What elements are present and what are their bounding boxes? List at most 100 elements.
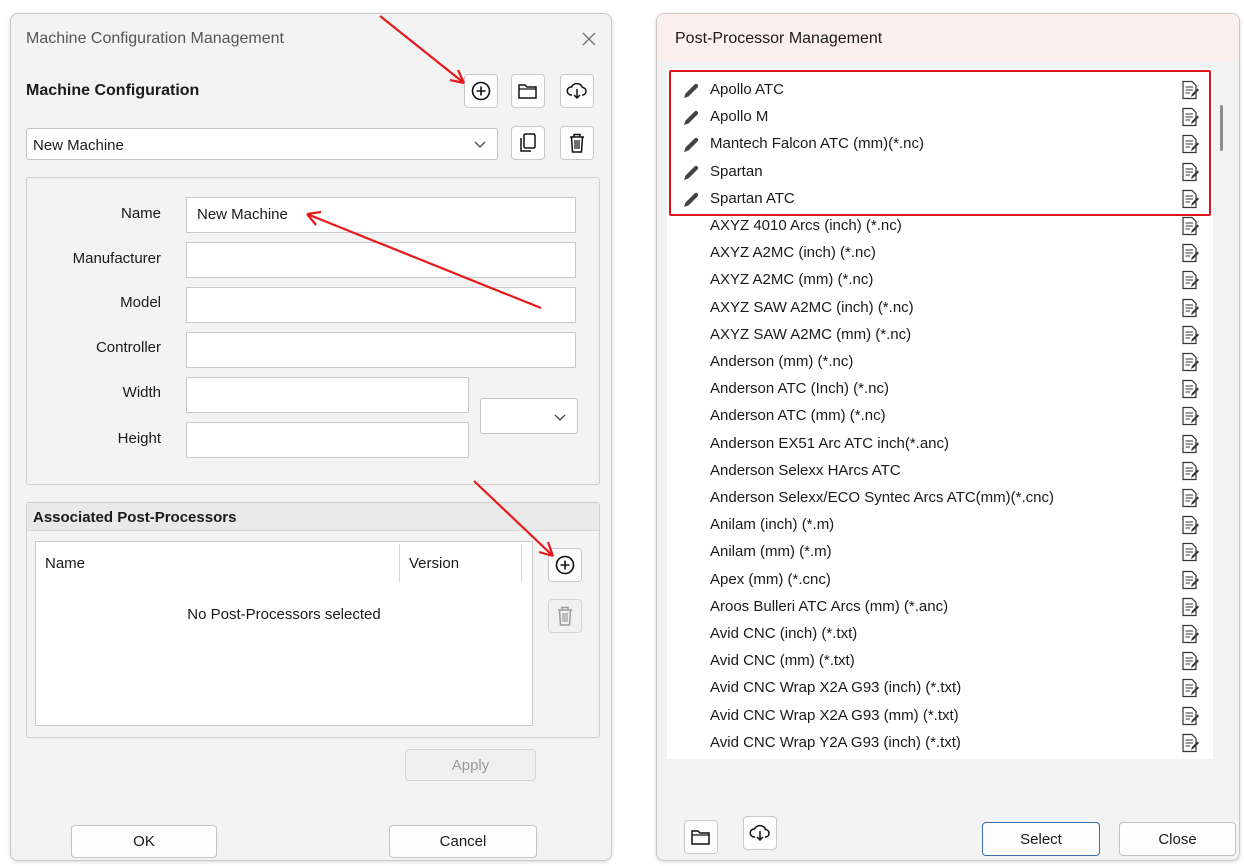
- open-folder-button[interactable]: [511, 74, 545, 108]
- edit-document-icon: [1182, 597, 1199, 616]
- pp-list-item[interactable]: Avid CNC Wrap X2A G93 (mm) (*.txt): [667, 703, 1213, 730]
- post-processor-dialog: Post-Processor Management Apollo ATC Apol…: [656, 13, 1240, 861]
- edit-pp-button[interactable]: [1181, 597, 1199, 621]
- pp-list-item[interactable]: Avid CNC Wrap Y2A G93 (inch) (*.txt): [667, 730, 1213, 757]
- edit-document-icon: [1182, 271, 1199, 290]
- ok-button[interactable]: OK: [71, 825, 217, 858]
- model-field[interactable]: [186, 287, 576, 323]
- edit-pp-button[interactable]: [1181, 434, 1199, 458]
- height-field[interactable]: [186, 422, 469, 458]
- pp-list-item[interactable]: AXYZ 4010 Arcs (inch) (*.nc): [667, 213, 1213, 240]
- close-dialog-button[interactable]: Close: [1119, 822, 1236, 856]
- pp-list-item[interactable]: Anderson EX51 Arc ATC inch(*.anc): [667, 431, 1213, 458]
- edit-pp-button[interactable]: [1181, 570, 1199, 594]
- pp-list-item[interactable]: Avid CNC (inch) (*.txt): [667, 621, 1213, 648]
- edit-pp-button[interactable]: [1181, 216, 1199, 240]
- pp-item-name: Avid CNC (inch) (*.txt): [710, 625, 858, 642]
- trash-icon: [558, 606, 572, 626]
- pp-list-item[interactable]: Anilam (inch) (*.m): [667, 512, 1213, 539]
- pp-item-name: Avid CNC Wrap Y2A G93 (inch) (*.txt): [710, 733, 961, 751]
- pp-item-name: Anderson EX51 Arc ATC inch(*.anc): [710, 434, 950, 452]
- edit-pp-button[interactable]: [1181, 542, 1199, 566]
- scrollbar-thumb[interactable]: [1220, 105, 1223, 151]
- select-button[interactable]: Select: [982, 822, 1100, 856]
- associated-title: Associated Post-Processors: [33, 509, 237, 526]
- edit-document-icon: [1182, 216, 1199, 236]
- cloud-download-button[interactable]: [743, 816, 777, 850]
- pp-item-name: Anderson Selexx HArcs ATC: [710, 461, 901, 479]
- pp-list-item[interactable]: Anderson (mm) (*.nc): [667, 349, 1213, 376]
- list-scrollbar[interactable]: [1213, 69, 1229, 759]
- close-button[interactable]: [576, 26, 602, 52]
- pp-list-item[interactable]: Anderson ATC (Inch) (*.nc): [667, 376, 1213, 403]
- pp-list-item[interactable]: Anderson Selexx/ECO Syntec Arcs ATC(mm)(…: [667, 485, 1213, 512]
- custom-pp-highlight-box: [669, 70, 1211, 216]
- pp-list-item[interactable]: AXYZ SAW A2MC (inch) (*.nc): [667, 295, 1213, 322]
- pp-list-item[interactable]: AXYZ SAW A2MC (mm) (*.nc): [667, 322, 1213, 349]
- machine-config-dialog: Machine Configuration Management Machine…: [10, 13, 612, 861]
- units-select[interactable]: [480, 398, 578, 434]
- dialog-title: Post-Processor Management: [675, 30, 883, 47]
- edit-pp-button[interactable]: [1181, 733, 1199, 757]
- width-label: Width: [122, 384, 161, 401]
- pp-list-item[interactable]: Aroos Bulleri ATC Arcs (mm) (*.anc): [667, 594, 1213, 621]
- edit-pp-button[interactable]: [1181, 270, 1199, 294]
- pp-list-item[interactable]: AXYZ A2MC (inch) (*.nc): [667, 240, 1213, 267]
- machine-select[interactable]: New Machine: [26, 128, 498, 160]
- pp-list-item[interactable]: Apex (mm) (*.cnc): [667, 567, 1213, 594]
- remove-post-processor-button[interactable]: [548, 599, 582, 633]
- copy-icon: [520, 133, 536, 152]
- chevron-down-icon: [554, 414, 566, 421]
- pp-list-item[interactable]: AXYZ A2MC (mm) (*.nc): [667, 267, 1213, 294]
- pp-list-item[interactable]: Avid CNC Wrap X2A G93 (inch) (*.txt): [667, 675, 1213, 702]
- folder-icon: [691, 830, 710, 845]
- height-label: Height: [117, 430, 161, 447]
- edit-pp-button[interactable]: [1181, 706, 1199, 730]
- close-icon: [582, 32, 596, 46]
- add-machine-button[interactable]: [464, 74, 498, 108]
- pp-list-item[interactable]: Anderson Selexx HArcs ATC: [667, 458, 1213, 485]
- edit-pp-button[interactable]: [1181, 379, 1199, 403]
- add-post-processor-button[interactable]: [548, 548, 582, 582]
- name-field[interactable]: New Machine: [186, 197, 576, 233]
- edit-pp-button[interactable]: [1181, 352, 1199, 376]
- edit-pp-button[interactable]: [1181, 298, 1199, 322]
- delete-machine-button[interactable]: [560, 126, 594, 160]
- edit-pp-button[interactable]: [1181, 406, 1199, 430]
- machine-select-value: New Machine: [33, 137, 124, 154]
- cloud-download-button[interactable]: [560, 74, 594, 108]
- pp-item-name: Aroos Bulleri ATC Arcs (mm) (*.anc): [710, 597, 949, 615]
- controller-label: Controller: [95, 339, 161, 356]
- dialog-title: Machine Configuration Management: [26, 30, 284, 47]
- edit-document-icon: [1182, 488, 1199, 508]
- edit-pp-button[interactable]: [1181, 624, 1199, 648]
- edit-pp-button[interactable]: [1181, 243, 1199, 267]
- open-folder-button[interactable]: [684, 820, 718, 854]
- pp-item-name: Avid CNC Wrap X2A G93 (mm) (*.txt): [710, 706, 959, 724]
- pp-item-name: AXYZ A2MC (inch) (*.nc): [710, 244, 876, 262]
- column-name-header[interactable]: Name: [45, 555, 85, 572]
- edit-pp-button[interactable]: [1181, 515, 1199, 539]
- pp-list-item[interactable]: Anilam (mm) (*.m): [667, 539, 1213, 566]
- edit-pp-button[interactable]: [1181, 461, 1199, 485]
- copy-machine-button[interactable]: [511, 126, 545, 160]
- edit-pp-button[interactable]: [1181, 325, 1199, 349]
- pp-list-item[interactable]: Anderson ATC (mm) (*.nc): [667, 403, 1213, 430]
- edit-pp-button[interactable]: [1181, 678, 1199, 702]
- edit-pp-button[interactable]: [1181, 488, 1199, 512]
- section-title: Machine Configuration: [26, 82, 200, 99]
- edit-pp-button[interactable]: [1181, 651, 1199, 675]
- name-value: New Machine: [197, 206, 288, 223]
- pp-item-name: Apex (mm) (*.cnc): [710, 570, 831, 588]
- cloud-download-icon: [749, 824, 770, 842]
- plus-circle-icon: [555, 555, 575, 575]
- manufacturer-field[interactable]: [186, 242, 576, 278]
- cancel-button[interactable]: Cancel: [389, 825, 537, 858]
- pp-item-name: Anderson ATC (mm) (*.nc): [710, 407, 886, 425]
- pp-list-item[interactable]: Avid CNC (mm) (*.txt): [667, 648, 1213, 675]
- apply-button[interactable]: Apply: [405, 749, 536, 781]
- column-version-header[interactable]: Version: [409, 555, 459, 572]
- controller-field[interactable]: [186, 332, 576, 368]
- empty-state-text: No Post-Processors selected: [187, 606, 381, 623]
- width-field[interactable]: [186, 377, 469, 413]
